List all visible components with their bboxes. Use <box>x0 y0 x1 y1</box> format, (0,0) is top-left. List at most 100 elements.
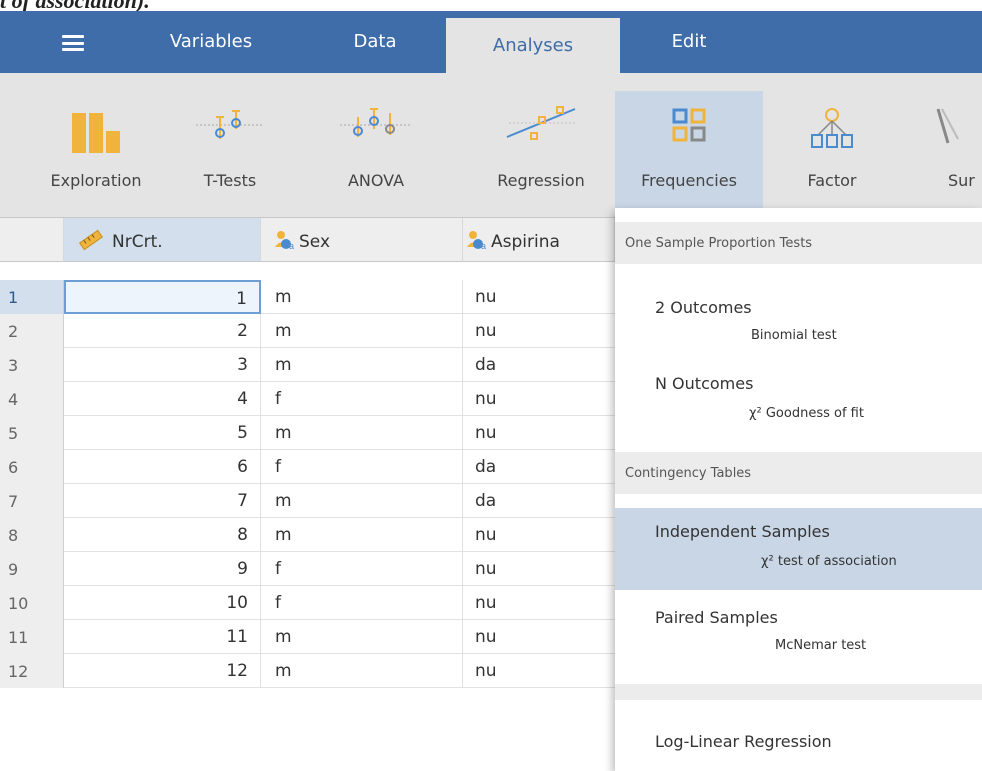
menu-item-title: Paired Samples <box>655 608 778 627</box>
section-header-contingency: Contingency Tables <box>615 452 982 494</box>
cell-nrcrt[interactable]: 11 <box>64 620 261 654</box>
grid-corner <box>0 218 64 262</box>
table-row[interactable]: 11 11 m nu <box>0 620 615 654</box>
menu-item-independent-samples[interactable]: Independent Samples χ² test of associati… <box>615 508 982 590</box>
table-row[interactable]: 1 1 m nu <box>0 280 615 314</box>
cell-nrcrt[interactable]: 12 <box>64 654 261 688</box>
tab-analyses[interactable]: Analyses <box>446 18 620 73</box>
table-row[interactable]: 8 8 m nu <box>0 518 615 552</box>
anova-button[interactable]: ANOVA <box>316 73 436 208</box>
column-header-aspirina[interactable]: a Aspirina <box>463 218 615 262</box>
table-row[interactable]: 5 5 m nu <box>0 416 615 450</box>
cell-sex[interactable]: m <box>261 280 463 314</box>
column-header-nrcrt[interactable]: NrCrt. <box>64 218 261 262</box>
menu-item-2-outcomes[interactable]: 2 Outcomes Binomial test <box>615 280 982 358</box>
frequencies-icon <box>672 108 706 142</box>
cell-nrcrt[interactable]: 6 <box>64 450 261 484</box>
cell-sex[interactable]: m <box>261 518 463 552</box>
menu-item-log-linear-regression[interactable]: Log-Linear Regression <box>615 708 982 771</box>
cell-nrcrt[interactable]: 2 <box>64 314 261 348</box>
exploration-bars-icon <box>72 113 120 153</box>
cell-aspirina[interactable]: nu <box>463 280 615 314</box>
menu-item-subtitle: Binomial test <box>751 328 837 343</box>
row-number[interactable]: 3 <box>0 348 64 382</box>
cell-sex[interactable]: m <box>261 348 463 382</box>
nominal-text-icon: a <box>467 231 486 251</box>
column-header-sex[interactable]: a Sex <box>261 218 463 262</box>
cell-sex[interactable]: f <box>261 382 463 416</box>
cell-aspirina[interactable]: nu <box>463 518 615 552</box>
row-number[interactable]: 8 <box>0 518 64 552</box>
cell-nrcrt[interactable]: 1 <box>64 280 261 314</box>
table-row[interactable]: 4 4 f nu <box>0 382 615 416</box>
row-number[interactable]: 10 <box>0 586 64 620</box>
survival-button[interactable]: Sur <box>918 73 982 208</box>
cell-nrcrt[interactable]: 3 <box>64 348 261 382</box>
cell-aspirina[interactable]: nu <box>463 382 615 416</box>
continuous-ruler-icon <box>78 229 104 251</box>
cell-aspirina[interactable]: nu <box>463 586 615 620</box>
cell-aspirina[interactable]: nu <box>463 620 615 654</box>
row-number[interactable]: 11 <box>0 620 64 654</box>
menu-item-paired-samples[interactable]: Paired Samples McNemar test <box>615 590 982 670</box>
tab-edit[interactable]: Edit <box>654 11 724 73</box>
menu-item-title: Log-Linear Regression <box>655 732 832 751</box>
menu-item-n-outcomes[interactable]: N Outcomes χ² Goodness of fit <box>615 358 982 438</box>
row-number[interactable]: 4 <box>0 382 64 416</box>
row-number[interactable]: 12 <box>0 654 64 688</box>
row-number[interactable]: 2 <box>0 314 64 348</box>
table-row[interactable]: 7 7 m da <box>0 484 615 518</box>
cell-sex[interactable]: f <box>261 450 463 484</box>
menu-item-subtitle: McNemar test <box>775 638 867 653</box>
menu-item-subtitle: χ² Goodness of fit <box>749 406 864 421</box>
factor-button[interactable]: Factor <box>774 73 890 208</box>
row-number[interactable]: 7 <box>0 484 64 518</box>
exploration-button[interactable]: Exploration <box>28 73 164 208</box>
cell-sex[interactable]: m <box>261 620 463 654</box>
cell-aspirina[interactable]: nu <box>463 416 615 450</box>
t-tests-button[interactable]: T-Tests <box>176 73 284 208</box>
table-row[interactable]: 12 12 m nu <box>0 654 615 688</box>
table-row[interactable]: 6 6 f da <box>0 450 615 484</box>
cell-nrcrt[interactable]: 7 <box>64 484 261 518</box>
row-number[interactable]: 5 <box>0 416 64 450</box>
table-row[interactable]: 9 9 f nu <box>0 552 615 586</box>
cell-sex[interactable]: m <box>261 484 463 518</box>
column-name-nrcrt: NrCrt. <box>112 232 163 252</box>
cell-sex[interactable]: f <box>261 552 463 586</box>
cell-aspirina[interactable]: da <box>463 348 615 382</box>
cell-aspirina[interactable]: da <box>463 450 615 484</box>
row-number[interactable]: 1 <box>0 280 64 314</box>
cell-aspirina[interactable]: nu <box>463 654 615 688</box>
document-caption-fragment: t of association). <box>0 0 150 13</box>
row-number[interactable]: 6 <box>0 450 64 484</box>
svg-text:a: a <box>289 241 294 251</box>
cell-nrcrt[interactable]: 5 <box>64 416 261 450</box>
tab-data[interactable]: Data <box>330 11 420 73</box>
frequencies-button[interactable]: Frequencies <box>615 91 763 211</box>
cell-sex[interactable]: f <box>261 586 463 620</box>
regression-button[interactable]: Regression <box>476 73 606 208</box>
tab-variables[interactable]: Variables <box>158 11 264 73</box>
row-number[interactable]: 9 <box>0 552 64 586</box>
cell-sex[interactable]: m <box>261 654 463 688</box>
cell-nrcrt[interactable]: 10 <box>64 586 261 620</box>
table-row[interactable]: 10 10 f nu <box>0 586 615 620</box>
cell-nrcrt[interactable]: 4 <box>64 382 261 416</box>
table-row[interactable]: 3 3 m da <box>0 348 615 382</box>
section-header-blank <box>615 684 982 700</box>
cell-sex[interactable]: m <box>261 314 463 348</box>
frequencies-dropdown-menu: One Sample Proportion Tests 2 Outcomes B… <box>615 208 982 771</box>
table-row[interactable]: 2 2 m nu <box>0 314 615 348</box>
menu-item-subtitle: χ² test of association <box>761 554 897 569</box>
hamburger-menu-icon[interactable] <box>62 35 84 51</box>
cell-nrcrt[interactable]: 9 <box>64 552 261 586</box>
cell-sex[interactable]: m <box>261 416 463 450</box>
cell-aspirina[interactable]: nu <box>463 552 615 586</box>
cell-nrcrt[interactable]: 8 <box>64 518 261 552</box>
column-name-sex: Sex <box>299 232 331 252</box>
cell-aspirina[interactable]: nu <box>463 314 615 348</box>
menu-item-title: 2 Outcomes <box>655 298 752 317</box>
cell-aspirina[interactable]: da <box>463 484 615 518</box>
frequencies-label: Frequencies <box>641 171 737 190</box>
